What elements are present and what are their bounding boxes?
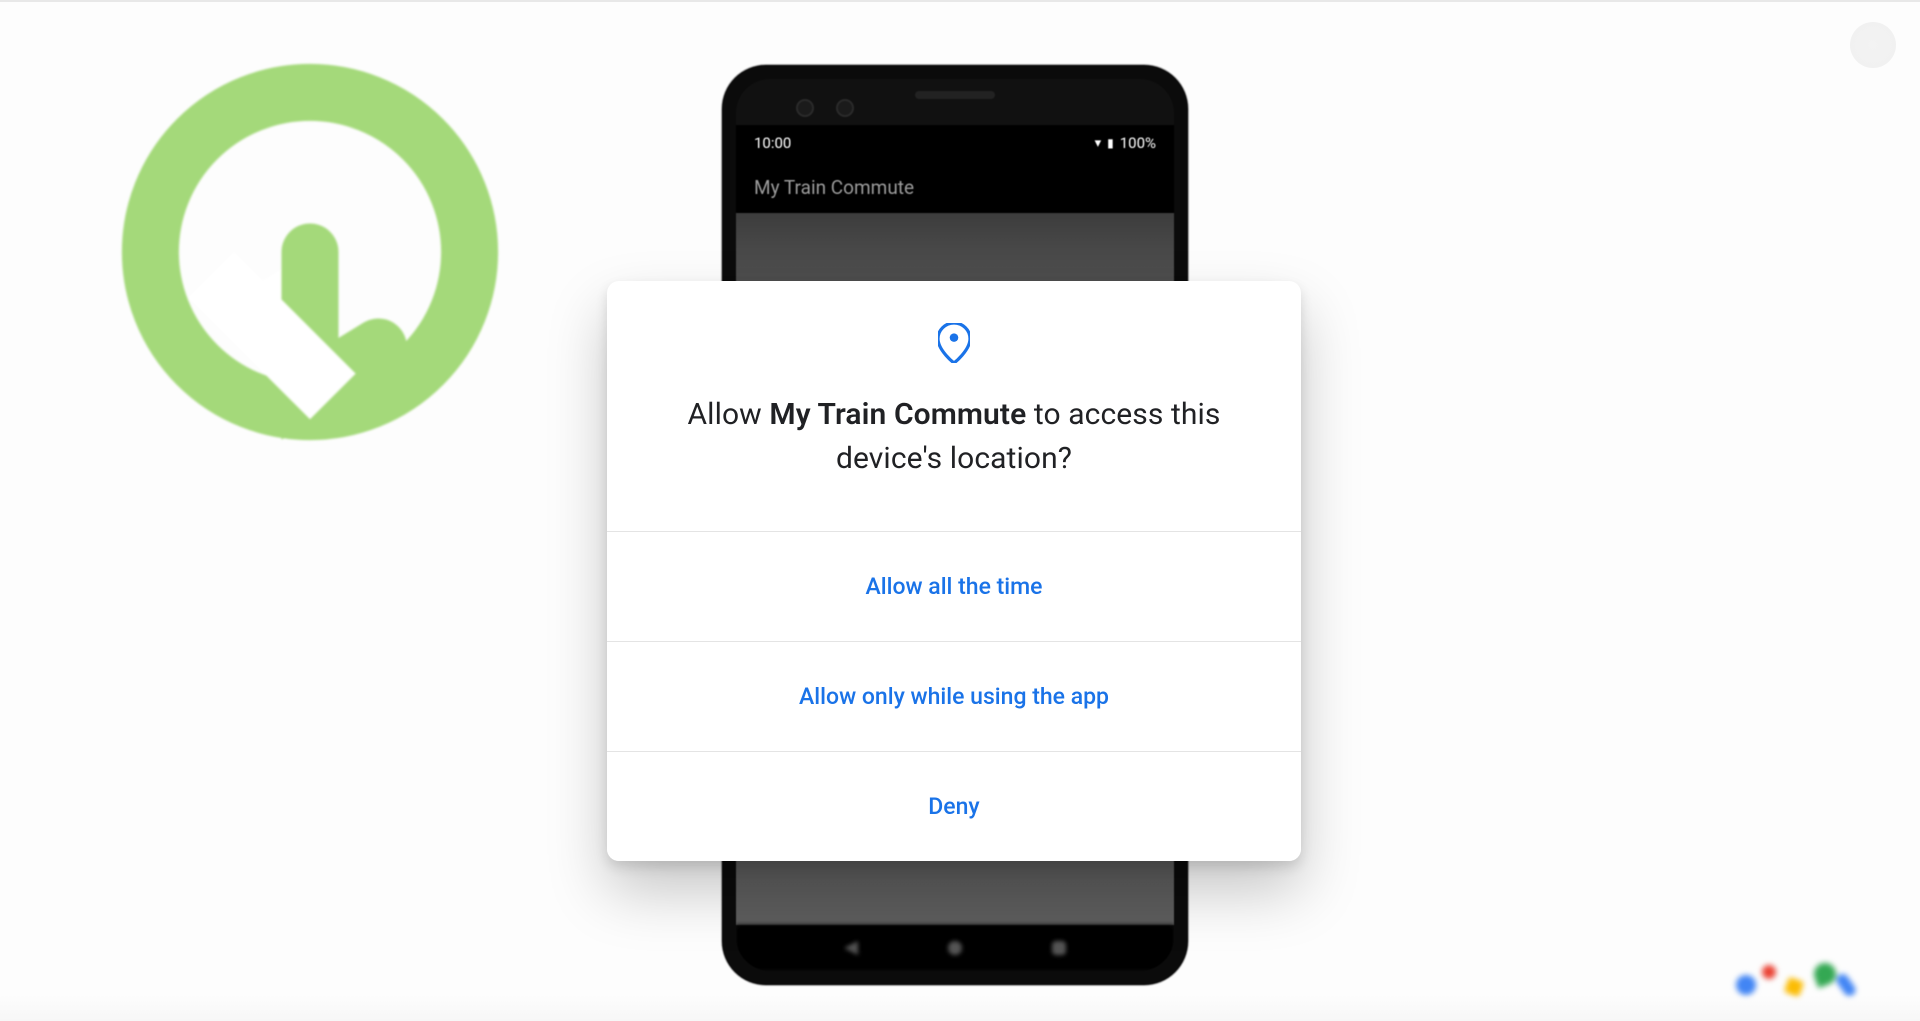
dialog-app-name: My Train Commute bbox=[769, 397, 1026, 432]
phone-camera-icon bbox=[796, 99, 814, 117]
nav-recents-icon[interactable] bbox=[1052, 941, 1066, 955]
option-label: Allow all the time bbox=[865, 573, 1042, 600]
battery-percent: 100% bbox=[1120, 134, 1156, 152]
allow-while-using-button[interactable]: Allow only while using the app bbox=[607, 641, 1301, 751]
shape-icon bbox=[1811, 960, 1839, 988]
android-q-logo bbox=[120, 62, 500, 442]
app-bar: My Train Commute bbox=[736, 161, 1174, 213]
location-icon bbox=[663, 323, 1245, 363]
bottom-fade bbox=[0, 995, 1920, 1021]
nav-home-icon[interactable] bbox=[948, 941, 962, 955]
nav-bar bbox=[736, 925, 1174, 971]
dialog-header: Allow My Train Commute to access this de… bbox=[607, 281, 1301, 531]
option-label: Deny bbox=[928, 793, 979, 820]
allow-all-the-time-button[interactable]: Allow all the time bbox=[607, 531, 1301, 641]
deny-button[interactable]: Deny bbox=[607, 751, 1301, 861]
option-label: Allow only while using the app bbox=[799, 683, 1109, 710]
shape-icon bbox=[1762, 965, 1776, 979]
nav-back-icon[interactable] bbox=[844, 941, 858, 955]
stage: 10:00 ▾ ▮ 100% My Train Commute bbox=[0, 0, 1920, 1021]
wifi-icon: ▾ bbox=[1095, 136, 1102, 151]
status-right: ▾ ▮ 100% bbox=[1095, 134, 1156, 152]
phone-camera-icon bbox=[836, 99, 854, 117]
battery-icon: ▮ bbox=[1107, 136, 1114, 150]
dialog-prefix: Allow bbox=[688, 397, 770, 432]
shape-icon bbox=[1736, 975, 1756, 995]
phone-speaker bbox=[915, 91, 995, 99]
dialog-title: Allow My Train Commute to access this de… bbox=[663, 393, 1245, 481]
watermark-circle bbox=[1850, 22, 1896, 68]
status-time: 10:00 bbox=[754, 134, 791, 152]
permission-dialog: Allow My Train Commute to access this de… bbox=[607, 281, 1301, 861]
app-title: My Train Commute bbox=[754, 176, 914, 199]
status-bar: 10:00 ▾ ▮ 100% bbox=[736, 125, 1174, 161]
